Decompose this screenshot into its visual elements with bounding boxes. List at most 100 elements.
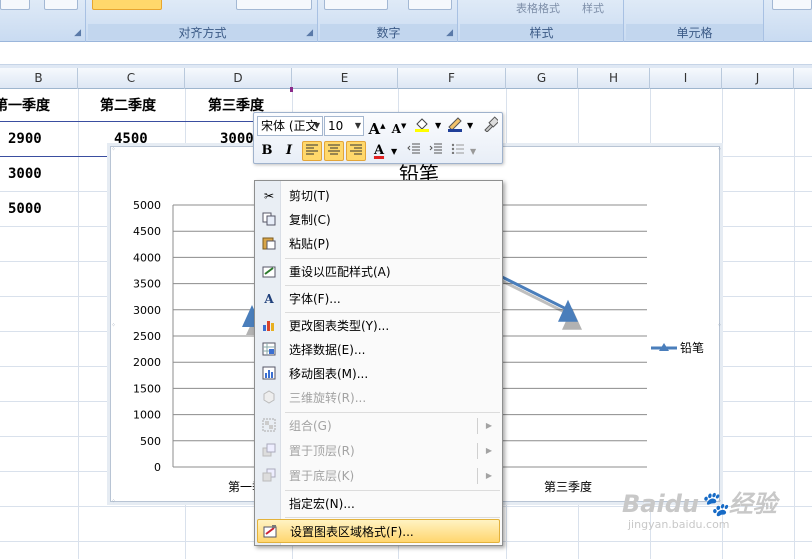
y-tick-label: 1000 — [133, 409, 161, 422]
chevron-down-icon[interactable]: ▼ — [467, 121, 473, 130]
formula-bar[interactable] — [0, 43, 812, 65]
cell-b2[interactable]: 2900 — [8, 131, 42, 147]
dialog-launcher-icon[interactable]: ◢ — [446, 28, 453, 38]
legend-label: 铅笔 — [680, 340, 704, 355]
align-right-button[interactable] — [346, 141, 366, 161]
bring-front-icon — [261, 443, 277, 459]
column-header-d[interactable]: D — [185, 68, 292, 89]
cell-d2[interactable]: 3000 — [220, 131, 254, 147]
column-header-c[interactable]: C — [78, 68, 185, 89]
bullets-button[interactable] — [448, 141, 468, 161]
rotate-3d-icon — [261, 390, 277, 406]
baidu-watermark: Baidu🐾经验 jingyan.baidu.com — [622, 490, 812, 550]
resize-handle: ⁘ — [111, 498, 116, 503]
decrease-indent-button[interactable] — [404, 141, 424, 161]
menu-item-copy[interactable]: 复制(C) — [257, 208, 500, 232]
ribbon-group-number: 数字 ◢ — [320, 0, 458, 42]
menu-item-group[interactable]: 组合(G) ▶ — [257, 414, 500, 438]
copy-icon — [261, 212, 277, 228]
column-header-g[interactable]: G — [506, 68, 578, 89]
cell-b3[interactable]: 3000 — [8, 166, 42, 182]
y-tick-label: 3500 — [133, 278, 161, 291]
menu-item-paste[interactable]: 粘贴(P) — [257, 232, 500, 256]
chevron-down-icon[interactable]: ▼ — [355, 117, 361, 135]
border-color-button[interactable] — [445, 116, 465, 136]
menu-item-cut[interactable]: ✂ 剪切(T) — [257, 184, 500, 208]
column-header-b[interactable]: B — [0, 68, 78, 89]
y-tick-label: 4500 — [133, 225, 161, 238]
ribbon-group-label: 样式 — [460, 24, 623, 40]
bold-button[interactable]: B — [257, 141, 277, 161]
align-left-icon — [306, 144, 318, 155]
y-tick-label: 500 — [140, 435, 161, 448]
column-headers: B C D E F G H I J — [0, 68, 812, 89]
ribbon-group-alignment: 对齐方式 ◢ — [88, 0, 318, 42]
indent-icon — [429, 143, 442, 154]
resize-handle: ⁘ — [111, 322, 116, 329]
shrink-font-button[interactable]: A▼ — [389, 116, 409, 136]
y-tick-label: 2500 — [133, 330, 161, 343]
increase-indent-button[interactable] — [426, 141, 446, 161]
chart-type-icon — [261, 318, 277, 334]
menu-item-change-chart-type[interactable]: 更改图表类型(Y)... — [257, 314, 500, 338]
column-header-j[interactable]: J — [722, 68, 794, 89]
dialog-launcher-icon[interactable]: ◢ — [74, 28, 81, 38]
y-tick-label: 4000 — [133, 251, 161, 264]
cell-b1[interactable]: 第一季度 — [0, 95, 50, 115]
chevron-right-icon: ▶ — [485, 421, 492, 430]
menu-item-3d-rotation[interactable]: 三维旋转(R)... — [257, 386, 500, 410]
column-header-i[interactable]: I — [650, 68, 722, 89]
resize-handle: ⁘ — [111, 147, 116, 153]
outdent-icon — [407, 143, 420, 154]
select-data-icon — [261, 342, 277, 358]
align-left-button[interactable] — [302, 141, 322, 161]
fill-color-button[interactable] — [412, 116, 432, 136]
y-tick-label: 3000 — [133, 304, 161, 317]
baidu-paw-icon: 🐾 — [698, 490, 729, 518]
baidu-suffix: 经验 — [728, 490, 777, 518]
chevron-down-icon[interactable]: ▼ — [435, 121, 441, 130]
font-color-button[interactable]: A — [369, 141, 389, 161]
paste-icon — [261, 236, 277, 252]
menu-item-bring-to-front[interactable]: 置于顶层(R) ▶ — [257, 439, 500, 463]
y-tick-label: 5000 — [133, 199, 161, 212]
bullet-list-icon — [451, 143, 464, 155]
chevron-down-icon[interactable]: ▼ — [314, 117, 320, 135]
chevron-down-icon[interactable]: ▼ — [391, 147, 397, 156]
menu-item-assign-macro[interactable]: 指定宏(N)... — [257, 492, 500, 516]
ribbon-group-label: 数字 — [320, 24, 457, 40]
menu-item-font[interactable]: A 字体(F)... — [257, 287, 500, 311]
font-icon: A — [264, 292, 274, 306]
brush-icon — [484, 116, 500, 133]
format-chart-area-icon — [262, 524, 278, 540]
move-chart-icon — [261, 366, 277, 382]
menu-item-select-data[interactable]: 选择数据(E)... — [257, 338, 500, 362]
dialog-launcher-icon[interactable]: ◢ — [306, 28, 313, 38]
chevron-down-icon[interactable]: ▼ — [470, 147, 476, 156]
context-menu: ✂ 剪切(T) 复制(C) 粘贴(P) 重设以匹配样式(A) A 字体(F)..… — [254, 180, 503, 546]
cell-c2[interactable]: 4500 — [114, 131, 148, 147]
align-center-button[interactable] — [324, 141, 344, 161]
column-header-h[interactable]: H — [578, 68, 650, 89]
ribbon-group-label: 单元格 — [626, 24, 763, 40]
cell-c1[interactable]: 第二季度 — [100, 95, 156, 115]
font-size-combo[interactable]: 10 ▼ — [324, 116, 364, 136]
pen-icon — [448, 117, 462, 132]
cell-b4[interactable]: 5000 — [8, 201, 42, 217]
column-header-e[interactable]: E — [292, 68, 398, 89]
menu-item-move-chart[interactable]: 移动图表(M)... — [257, 362, 500, 386]
resize-handle: ⁘ — [717, 147, 721, 153]
menu-item-reset-style[interactable]: 重设以匹配样式(A) — [257, 260, 500, 284]
menu-item-send-to-back[interactable]: 置于底层(K) ▶ — [257, 464, 500, 488]
font-name-combo[interactable]: 宋体 (正文 ▼ — [257, 116, 323, 136]
column-header-f[interactable]: F — [398, 68, 506, 89]
menu-item-format-chart-area[interactable]: 设置图表区域格式(F)... — [257, 519, 500, 543]
macro-icon — [261, 496, 277, 512]
baidu-url: jingyan.baidu.com — [628, 518, 730, 531]
format-painter-button[interactable] — [480, 116, 500, 136]
editing-button[interactable] — [772, 0, 812, 10]
chevron-right-icon: ▶ — [485, 446, 492, 455]
italic-button[interactable]: I — [279, 141, 299, 161]
paint-bucket-icon — [415, 118, 429, 132]
grow-font-button[interactable]: A▲ — [367, 116, 387, 138]
